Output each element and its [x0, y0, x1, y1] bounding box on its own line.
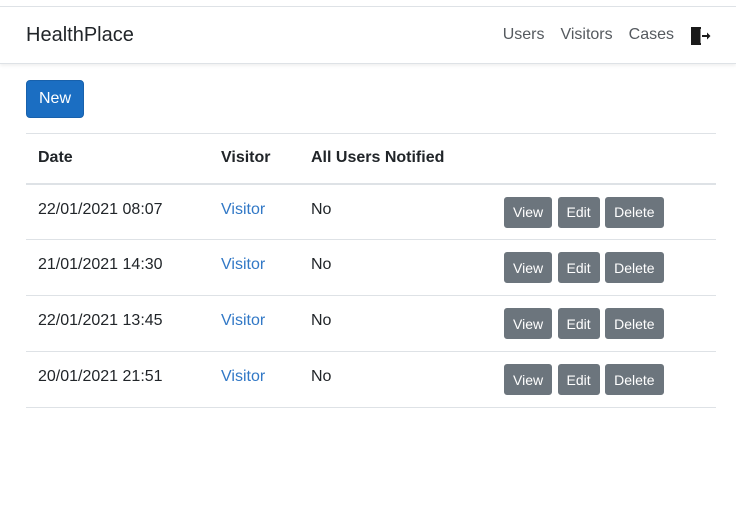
table-row: 22/01/2021 08:07 Visitor No View Edit De…	[26, 184, 716, 240]
cell-notified: No	[311, 200, 332, 218]
nav-link-visitors[interactable]: Visitors	[560, 26, 612, 44]
header-all-users-notified: All Users Notified	[299, 133, 492, 185]
delete-button[interactable]: Delete	[605, 196, 664, 228]
nav-link-users[interactable]: Users	[503, 26, 545, 44]
view-button[interactable]: View	[504, 252, 553, 283]
row-actions: View Edit Delete	[492, 295, 716, 352]
edit-button[interactable]: Edit	[557, 364, 600, 395]
edit-button[interactable]: Edit	[557, 196, 600, 228]
view-button[interactable]: View	[504, 308, 553, 339]
navbar: HealthPlace Users Visitors Cases	[0, 7, 736, 64]
visitor-link[interactable]: Visitor	[221, 256, 265, 273]
table-header-row: Date Visitor All Users Notified	[26, 133, 716, 185]
edit-button[interactable]: Edit	[557, 308, 600, 339]
logout-icon[interactable]	[689, 26, 711, 46]
header-visitor: Visitor	[209, 133, 299, 185]
edit-button[interactable]: Edit	[557, 252, 600, 283]
cell-date: 22/01/2021 13:45	[26, 295, 209, 352]
visitor-link[interactable]: Visitor	[221, 201, 265, 218]
new-button[interactable]: New	[26, 80, 84, 118]
visitor-link[interactable]: Visitor	[221, 368, 265, 385]
table-row: 22/01/2021 13:45 Visitor No View Edit De…	[26, 295, 716, 352]
header-date: Date	[26, 133, 209, 185]
visitor-link[interactable]: Visitor	[221, 312, 265, 329]
brand-logo[interactable]: HealthPlace	[26, 24, 134, 47]
cell-notified: No	[299, 351, 492, 408]
cell-date: 21/01/2021 14:30	[26, 239, 209, 296]
view-button[interactable]: View	[504, 196, 553, 228]
table-row: 20/01/2021 21:51 Visitor No View Edit De…	[26, 351, 716, 408]
nav-links: Users Visitors Cases	[503, 26, 674, 44]
delete-button[interactable]: Delete	[605, 308, 664, 339]
row-actions: View Edit Delete	[492, 351, 716, 408]
view-button[interactable]: View	[504, 364, 553, 395]
header-actions	[492, 133, 716, 185]
row-actions: View Edit Delete	[492, 239, 716, 296]
delete-button[interactable]: Delete	[605, 252, 664, 283]
nav-link-cases[interactable]: Cases	[629, 26, 674, 44]
row-actions: View Edit Delete	[492, 184, 716, 240]
cell-notified: No	[299, 239, 492, 296]
cases-table: Date Visitor All Users Notified 22/01/20…	[26, 133, 716, 408]
cell-date: 20/01/2021 21:51	[26, 351, 209, 408]
cell-notified: No	[299, 295, 492, 352]
table-row: 21/01/2021 14:30 Visitor No View Edit De…	[26, 239, 716, 296]
delete-button[interactable]: Delete	[605, 364, 664, 395]
cell-date: 22/01/2021 08:07	[38, 200, 163, 218]
